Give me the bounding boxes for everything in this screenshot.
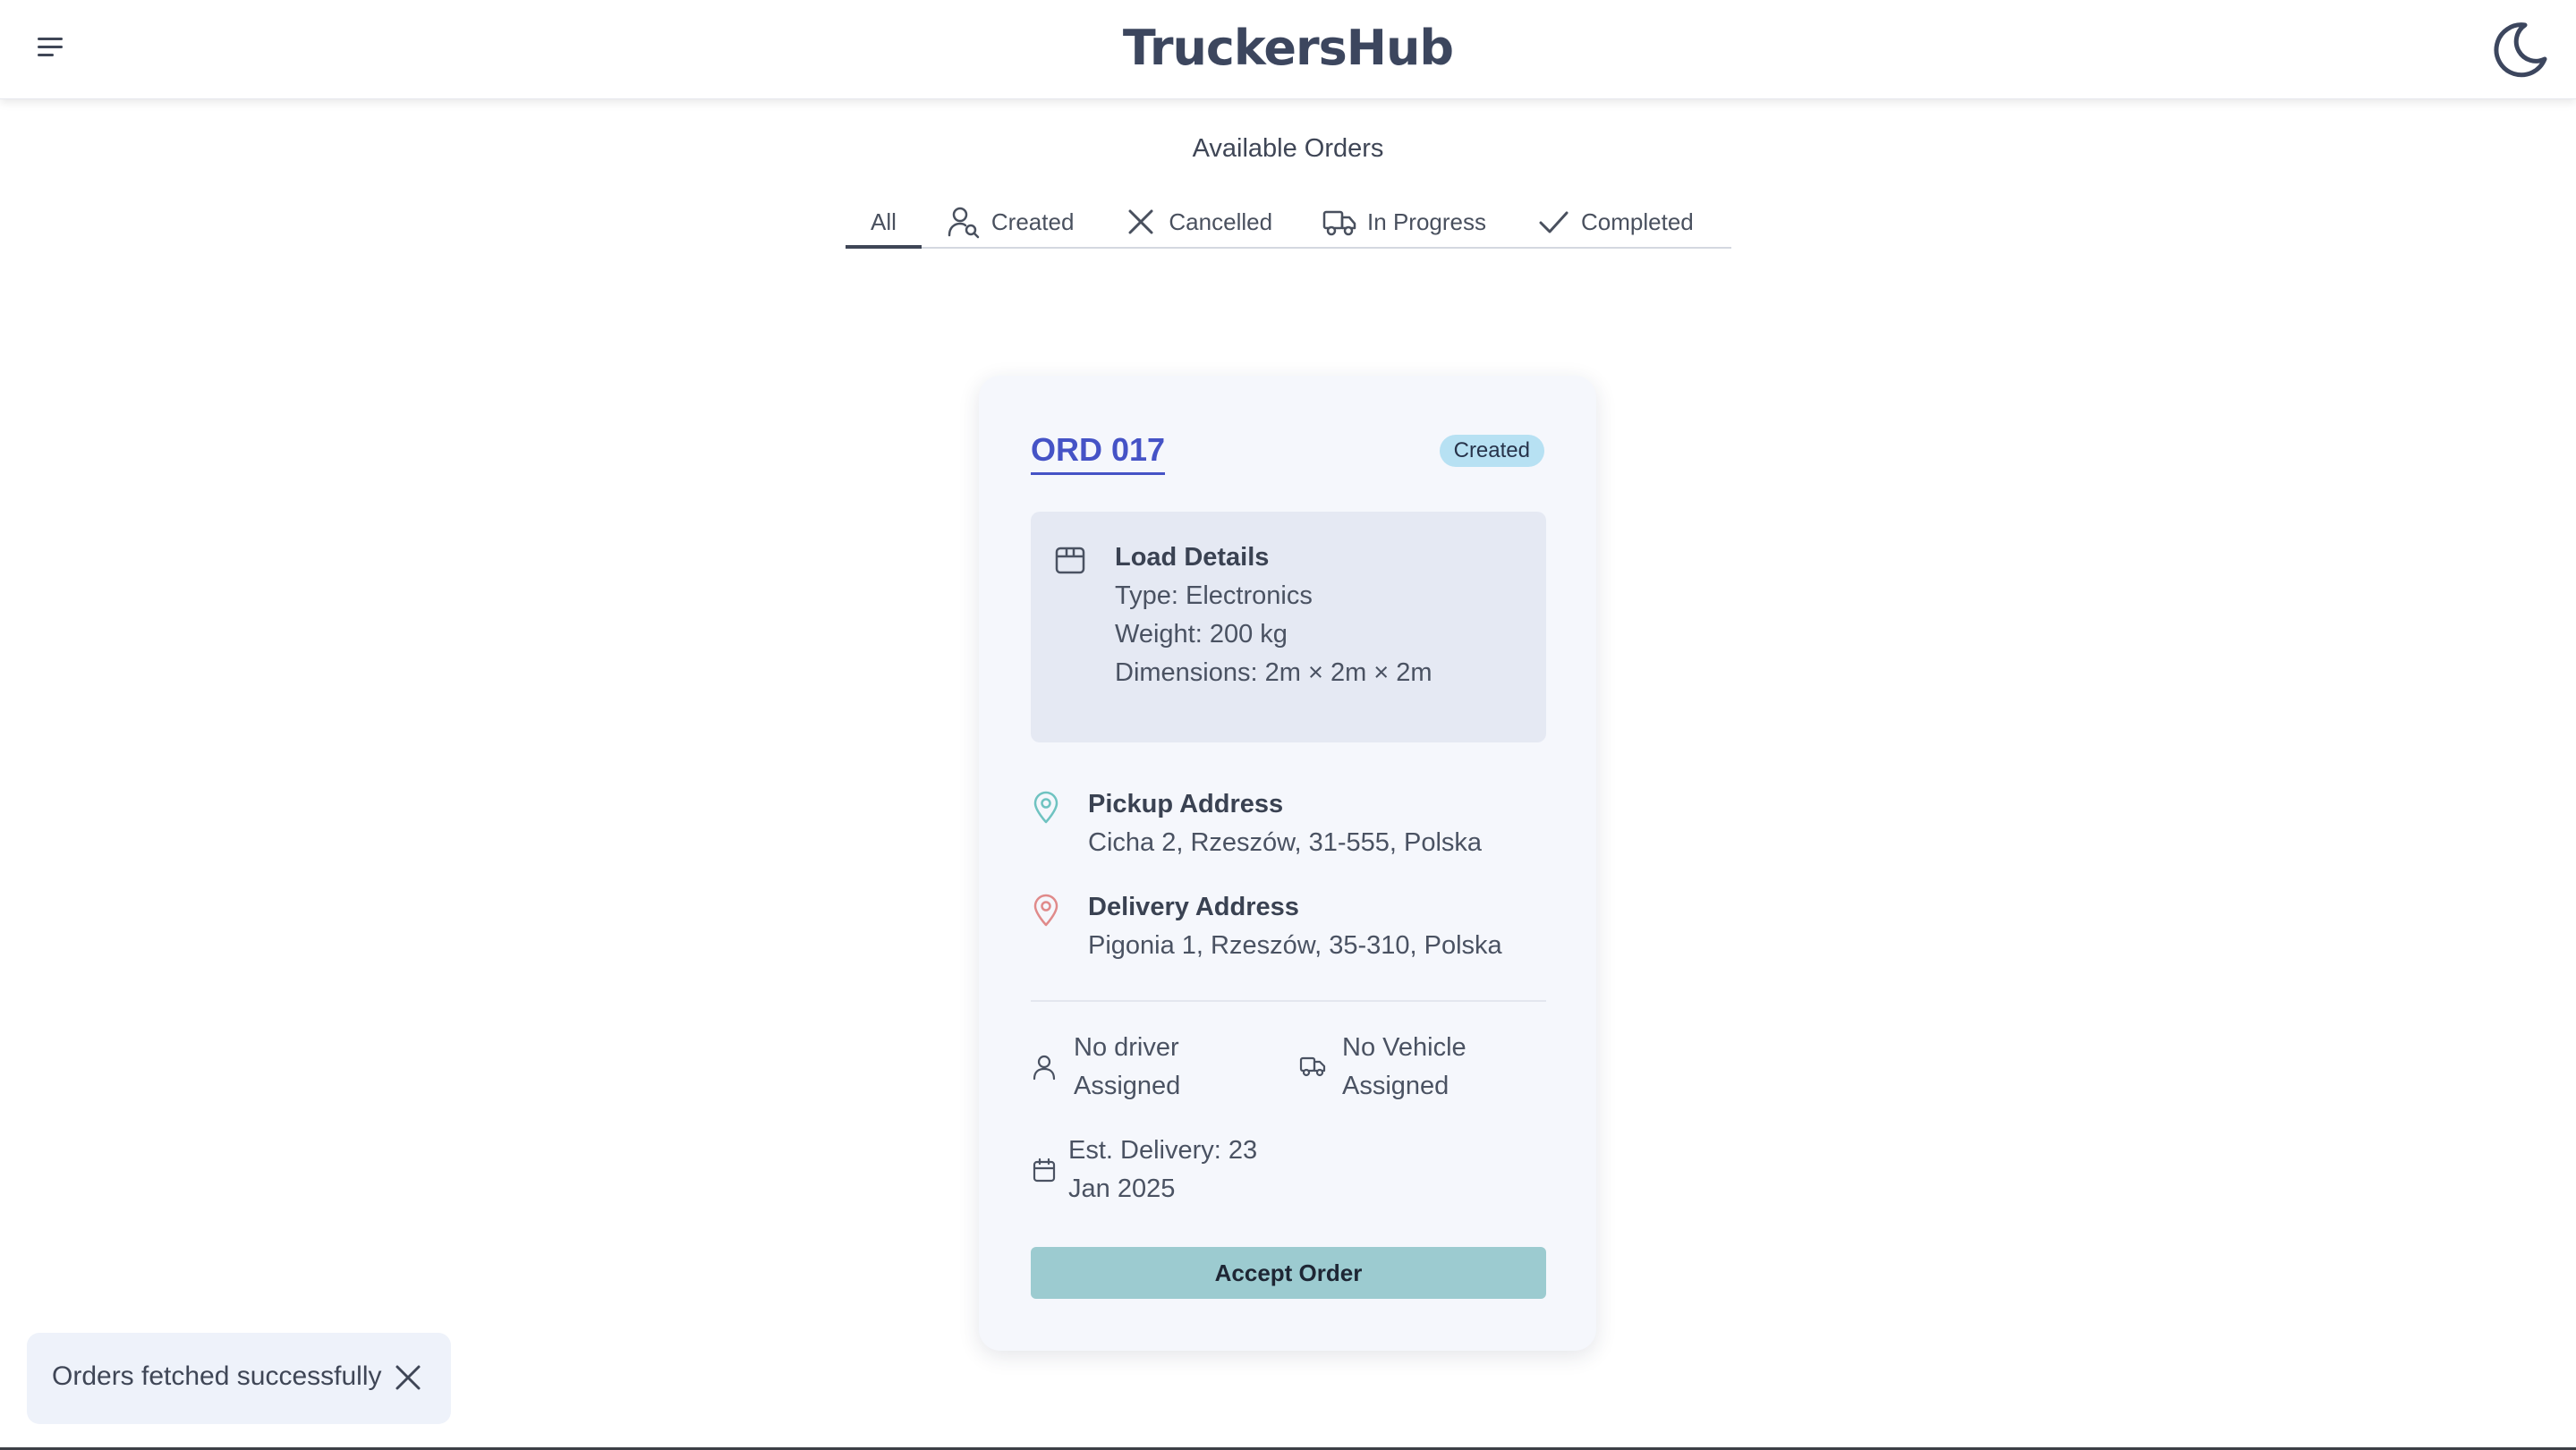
pickup-address-text: Cicha 2, Rzeszów, 31-555, Polska bbox=[1088, 828, 1483, 857]
close-icon[interactable] bbox=[390, 1360, 426, 1395]
page-title: Available Orders bbox=[1192, 134, 1384, 163]
card-divider bbox=[1031, 1000, 1546, 1002]
check-icon bbox=[1539, 211, 1569, 233]
tab-label: Completed bbox=[1581, 208, 1694, 235]
app-title: TruckersHub bbox=[1122, 20, 1454, 76]
order-id-link[interactable]: ORD 017 bbox=[1031, 431, 1166, 475]
pickup-pin-icon bbox=[1033, 791, 1058, 824]
moon-icon[interactable] bbox=[2489, 18, 2552, 81]
load-details-heading: Load Details bbox=[1115, 543, 1270, 572]
load-details-box: Load Details Type: Electronics Weight: 2… bbox=[1031, 512, 1546, 742]
tab-label: In Progress bbox=[1367, 208, 1486, 235]
vehicle-status-line2: Assigned bbox=[1342, 1072, 1450, 1100]
estimated-delivery: Est. Delivery: 23 Jan 2025 bbox=[1031, 1132, 1299, 1212]
order-card: ORD 017 Created Load Details Type: Elect… bbox=[979, 376, 1596, 1351]
pickup-heading: Pickup Address bbox=[1088, 790, 1284, 818]
tab-label: Created bbox=[990, 208, 1075, 235]
tab-label: Cancelled bbox=[1169, 208, 1273, 235]
accept-order-button[interactable]: Accept Order bbox=[1031, 1247, 1546, 1299]
toast-notification: Orders fetched successfully bbox=[27, 1333, 451, 1424]
truck-icon bbox=[1299, 1056, 1326, 1077]
tab-label: All bbox=[871, 208, 897, 235]
delivery-heading: Delivery Address bbox=[1088, 893, 1299, 921]
status-badge: Created bbox=[1439, 435, 1544, 467]
package-icon bbox=[1055, 547, 1085, 574]
delivery-address-text: Pigonia 1, Rzeszów, 35-310, Polska bbox=[1088, 931, 1502, 960]
toast-message: Orders fetched successfully bbox=[52, 1361, 382, 1391]
load-dimensions: Dimensions: 2m × 2m × 2m bbox=[1115, 658, 1433, 687]
vehicle-assignment: No Vehicle Assigned bbox=[1299, 1029, 1550, 1109]
user-search-icon bbox=[948, 207, 980, 239]
truck-icon bbox=[1322, 210, 1356, 236]
load-type: Type: Electronics bbox=[1115, 581, 1313, 610]
driver-status-line1: No driver bbox=[1074, 1033, 1179, 1062]
est-delivery-line2: Jan 2025 bbox=[1068, 1174, 1176, 1203]
tab-created[interactable]: Created bbox=[922, 197, 1100, 247]
tab-in-progress[interactable]: In Progress bbox=[1297, 197, 1511, 247]
driver-assignment: No driver Assigned bbox=[1031, 1029, 1281, 1109]
order-status-tabs: All Created Cancelled In Progress Comple… bbox=[846, 197, 1731, 249]
est-delivery-line1: Est. Delivery: 23 bbox=[1068, 1136, 1258, 1165]
tab-cancelled[interactable]: Cancelled bbox=[1099, 197, 1297, 247]
calendar-icon bbox=[1033, 1157, 1056, 1183]
tab-all[interactable]: All bbox=[846, 197, 922, 249]
tab-completed[interactable]: Completed bbox=[1511, 197, 1719, 247]
load-weight: Weight: 200 kg bbox=[1115, 620, 1288, 649]
user-icon bbox=[1033, 1055, 1056, 1081]
top-app-bar: TruckersHub bbox=[0, 0, 2576, 99]
x-icon bbox=[1128, 209, 1153, 234]
vehicle-status-line1: No Vehicle bbox=[1342, 1033, 1467, 1062]
driver-status-line2: Assigned bbox=[1074, 1072, 1181, 1100]
delivery-pin-icon bbox=[1033, 894, 1058, 927]
